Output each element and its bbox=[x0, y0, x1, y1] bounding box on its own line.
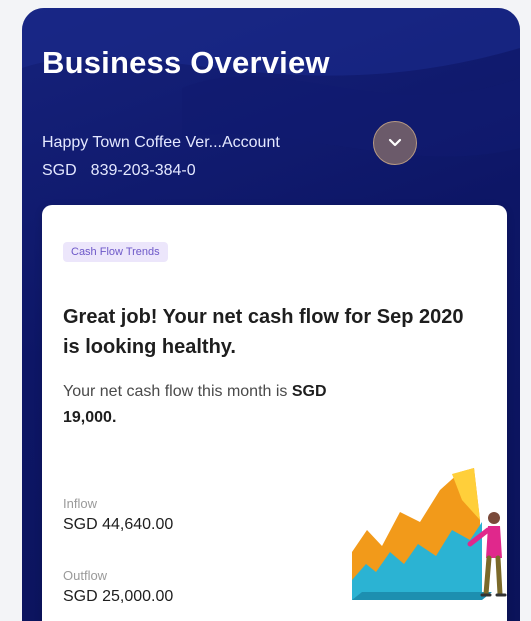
chevron-down-icon bbox=[388, 138, 402, 147]
cash-flow-card[interactable]: Cash Flow Trends Great job! Your net cas… bbox=[42, 205, 507, 621]
account-name: Happy Town Coffee Ver...Account bbox=[42, 134, 280, 151]
account-currency: SGD bbox=[42, 162, 77, 179]
net-cash-flow-prefix: Your net cash flow this month is bbox=[63, 383, 288, 400]
inflow-label: Inflow bbox=[63, 496, 97, 511]
outflow-label: Outflow bbox=[63, 568, 108, 583]
cash-flow-chart-illustration bbox=[352, 468, 507, 600]
account-dropdown-button[interactable] bbox=[373, 121, 417, 165]
illustration-base bbox=[352, 592, 492, 600]
app-screen: Business Overview Happy Town Coffee Ver.… bbox=[22, 8, 520, 621]
card-headline: Great job! Your net cash flow for Sep 20… bbox=[63, 306, 464, 358]
inflow-value: SGD 44,640.00 bbox=[63, 516, 174, 533]
person-head bbox=[488, 512, 500, 524]
account-details: SGD 839-203-384-0 bbox=[42, 162, 196, 180]
page-title: Business Overview bbox=[42, 45, 330, 80]
cash-flow-trends-tag: Cash Flow Trends bbox=[63, 242, 168, 262]
person-legs bbox=[483, 555, 503, 597]
net-cash-flow-text: Your net cash flow this month is SGD 19,… bbox=[63, 379, 363, 431]
account-number: 839-203-384-0 bbox=[90, 162, 196, 179]
outflow-value: SGD 25,000.00 bbox=[63, 588, 174, 605]
